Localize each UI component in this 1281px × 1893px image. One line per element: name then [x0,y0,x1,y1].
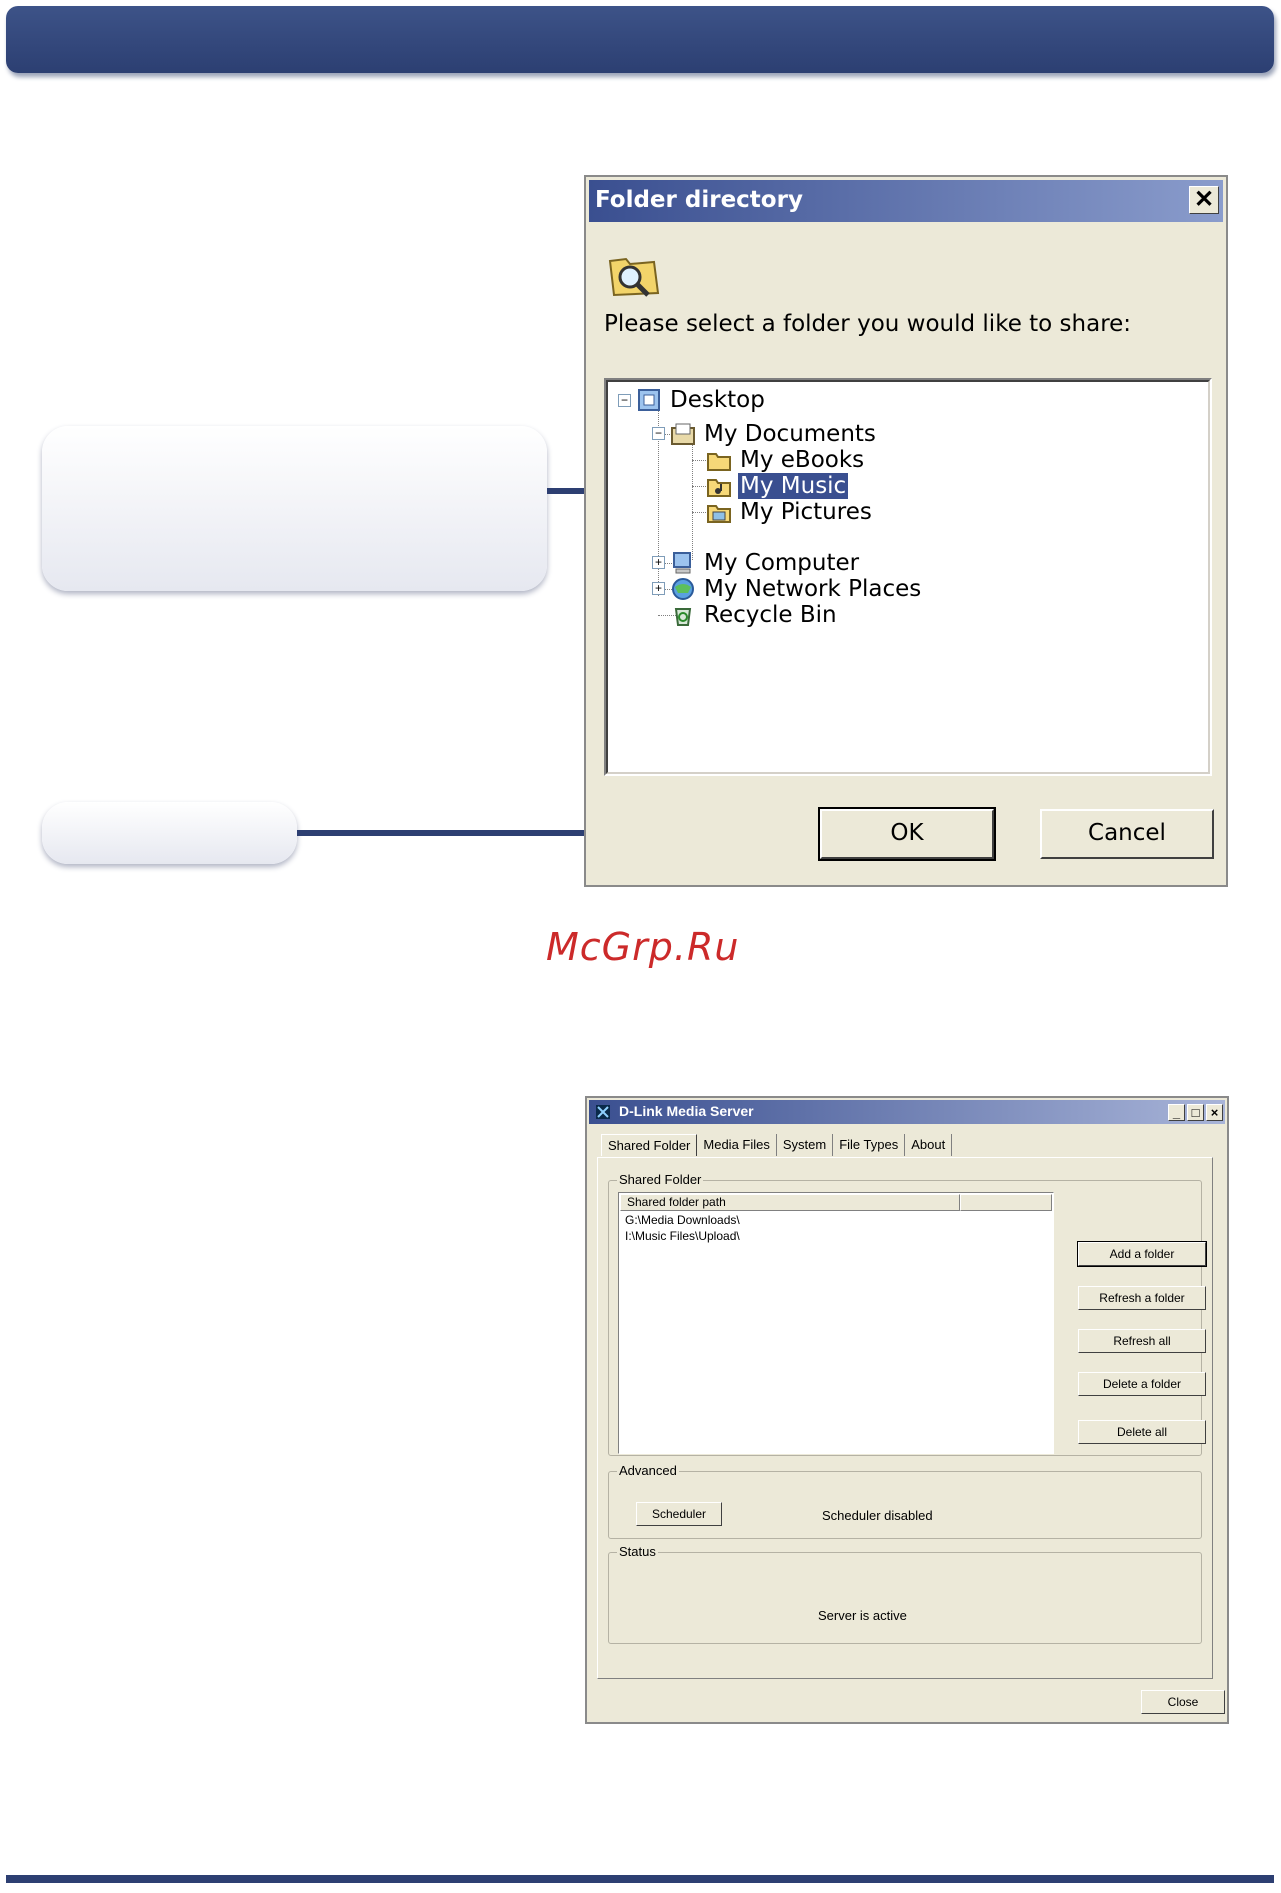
shared-folder-list[interactable]: Shared folder path G:\Media Downloads\ I… [618,1192,1054,1454]
scheduler-button[interactable]: Scheduler [636,1502,722,1526]
page-header-bar [6,6,1274,73]
add-folder-button[interactable]: Add a folder [1077,1241,1207,1267]
tree-item-recycle-bin[interactable]: Recycle Bin [670,601,839,629]
tab-strip: Shared Folder Media Files System File Ty… [601,1134,953,1156]
folder-directory-dialog: Folder directory ✕ Please select a folde… [584,175,1228,887]
expand-toggle-my-network-places[interactable]: + [652,582,665,595]
tree-item-my-pictures[interactable]: My Pictures [706,498,874,526]
tree-item-label: My Music [736,472,850,500]
cancel-button[interactable]: Cancel [1040,809,1214,859]
tree-item-label: My Computer [704,550,860,576]
delete-all-button[interactable]: Delete all [1078,1420,1206,1444]
minimize-icon[interactable]: _ [1168,1104,1185,1121]
callout-box-top [42,426,547,591]
tree-item-label: My Network Places [704,576,922,602]
page-footer-bar [6,1875,1274,1883]
group-title: Advanced [617,1463,679,1478]
tree-item-label: Desktop [670,387,765,413]
expand-toggle-my-computer[interactable]: + [652,556,665,569]
window-titlebar[interactable]: D-Link Media Server _ □ × [589,1100,1225,1124]
folder-search-icon [608,257,660,297]
list-header: Shared folder path [620,1194,1052,1211]
group-title: Status [617,1544,658,1559]
my-computer-icon [673,552,691,574]
tree-item-my-network-places[interactable]: My Network Places [670,575,923,603]
column-header-shared-folder-path[interactable]: Shared folder path [620,1194,960,1211]
collapse-toggle-desktop[interactable]: − [618,394,631,407]
refresh-folder-button[interactable]: Refresh a folder [1078,1286,1206,1310]
refresh-all-button[interactable]: Refresh all [1078,1329,1206,1353]
collapse-toggle-my-documents[interactable]: − [652,427,665,440]
delete-folder-button[interactable]: Delete a folder [1078,1372,1206,1396]
tab-shared-folder[interactable]: Shared Folder [601,1134,698,1156]
network-places-icon [672,578,694,600]
window-title: D-Link Media Server [619,1103,754,1119]
maximize-icon[interactable]: □ [1187,1104,1204,1121]
close-button[interactable]: Close [1141,1690,1225,1714]
callout-box-bottom [42,802,297,864]
tab-system[interactable]: System [777,1134,834,1156]
column-header-blank[interactable] [960,1194,1052,1211]
shared-folder-panel: Shared Folder Shared folder path G:\Medi… [597,1157,1213,1679]
close-icon[interactable]: × [1206,1104,1223,1121]
tab-file-types[interactable]: File Types [833,1134,906,1156]
tab-about[interactable]: About [905,1134,953,1156]
desktop-icon [638,389,660,411]
tab-media-files[interactable]: Media Files [697,1134,777,1156]
my-documents-icon [671,423,695,445]
dialog-prompt: Please select a folder you would like to… [604,311,1132,337]
pictures-folder-icon [707,505,731,523]
folder-tree[interactable]: − − + + Desktop My Documents My eBooks M… [604,378,1212,776]
group-title: Shared Folder [617,1172,704,1187]
status-group: Status [608,1544,1202,1644]
app-icon [596,1105,610,1119]
music-folder-icon [707,479,731,497]
tree-item-my-ebooks[interactable]: My eBooks [706,446,866,474]
tree-item-my-documents[interactable]: My Documents [670,420,878,448]
folder-icon [707,453,731,471]
tree-item-label: My eBooks [740,447,865,473]
list-item[interactable]: G:\Media Downloads\ [625,1213,740,1227]
tree-item-my-computer[interactable]: My Computer [670,549,861,577]
recycle-bin-icon [674,608,692,626]
tree-item-label: My Documents [704,421,876,447]
dialog-title: Folder directory [595,187,803,213]
dialog-titlebar[interactable]: Folder directory ✕ [589,180,1223,222]
media-server-window: D-Link Media Server _ □ × Shared Folder … [585,1096,1229,1724]
tree-item-desktop[interactable]: Desktop [636,386,767,414]
tree-item-my-music[interactable]: My Music [706,472,850,500]
tree-item-label: My Pictures [740,499,872,525]
ok-button[interactable]: OK [818,807,996,861]
watermark: McGrp.Ru [546,925,740,969]
list-item[interactable]: I:\Music Files\Upload\ [625,1229,740,1243]
tree-item-label: Recycle Bin [704,602,837,628]
close-icon[interactable]: ✕ [1189,186,1219,214]
server-status: Server is active [818,1608,907,1623]
scheduler-status: Scheduler disabled [822,1508,933,1523]
